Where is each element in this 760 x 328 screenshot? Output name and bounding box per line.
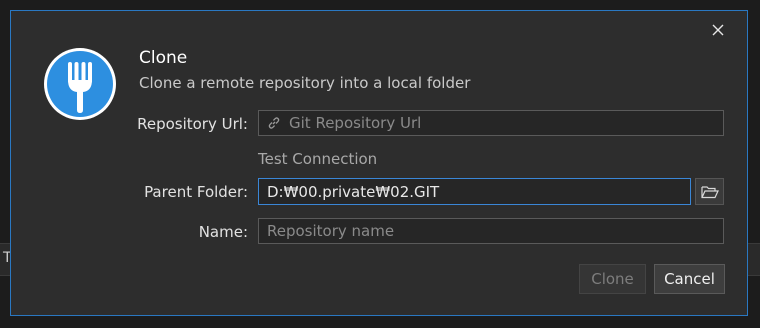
folder-open-icon (700, 185, 719, 198)
test-connection-link[interactable]: Test Connection (258, 150, 377, 168)
repo-url-input[interactable]: Git Repository Url (258, 110, 724, 136)
dialog-title: Clone (139, 48, 188, 68)
parent-folder-label: Parent Folder: (144, 183, 248, 201)
repo-name-placeholder: Repository name (267, 222, 395, 240)
parent-folder-value: D:₩00.private₩02.GIT (267, 182, 440, 201)
repo-url-label: Repository Url: (137, 115, 248, 133)
link-icon (268, 117, 280, 129)
browse-folder-button[interactable] (695, 178, 724, 205)
parent-folder-input[interactable]: D:₩00.private₩02.GIT (258, 178, 691, 205)
close-button[interactable] (707, 19, 729, 41)
repo-url-placeholder: Git Repository Url (289, 114, 422, 132)
clone-dialog: Clone Clone a remote repository into a l… (10, 10, 748, 316)
close-icon (712, 24, 724, 36)
cancel-button[interactable]: Cancel (654, 264, 725, 294)
repo-name-input[interactable]: Repository name (258, 218, 724, 244)
clone-button[interactable]: Clone (579, 264, 646, 294)
name-label: Name: (198, 223, 248, 241)
fork-logo-icon (44, 48, 116, 120)
dialog-subtitle: Clone a remote repository into a local f… (139, 74, 471, 92)
